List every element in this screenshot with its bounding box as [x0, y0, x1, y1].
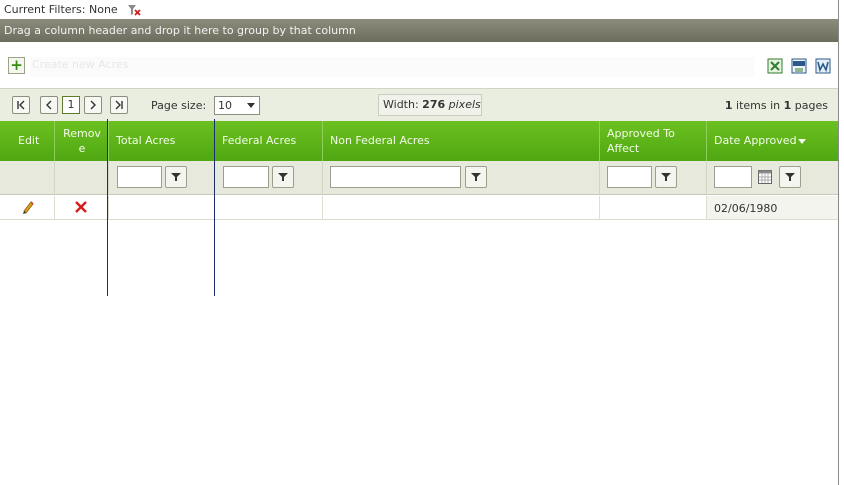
total-acres-filter-input[interactable] [117, 166, 162, 188]
remove-cell [55, 196, 109, 219]
filter-cell-approved-to-affect [600, 161, 707, 194]
approved-to-affect-cell [600, 196, 707, 219]
next-page-icon[interactable] [84, 96, 102, 114]
column-header-remove[interactable]: Remov e [55, 121, 109, 161]
last-page-icon[interactable] [110, 96, 128, 114]
column-header-approved-to-affect[interactable]: Approved To Affect [600, 121, 707, 161]
column-header-non-federal-acres[interactable]: Non Federal Acres [323, 121, 600, 161]
column-header-label: Edit [18, 134, 40, 147]
items-count: 1 [724, 99, 733, 112]
filter-funnel-icon[interactable] [165, 166, 187, 188]
current-page-number[interactable]: 1 [62, 96, 80, 114]
column-header-federal-acres[interactable]: Federal Acres [215, 121, 323, 161]
filter-cell-remove [55, 161, 109, 194]
word-export-icon[interactable] [815, 58, 831, 74]
create-new-button[interactable]: Create new Acres [32, 58, 128, 71]
federal-acres-cell [215, 196, 323, 219]
pencil-icon[interactable] [21, 200, 35, 214]
width-unit: pixels [448, 98, 481, 111]
column-header-label: Date Approved [714, 134, 797, 147]
pages-text: pages [791, 99, 828, 112]
page-size-value: 10 [218, 99, 232, 112]
approved-to-affect-filter-input[interactable] [607, 166, 652, 188]
date-approved-cell: 02/06/1980 [707, 196, 838, 219]
date-approved-value: 02/06/1980 [714, 202, 778, 215]
filter-cell-total-acres [109, 161, 215, 194]
width-value: 276 [422, 98, 446, 111]
excel-export-icon[interactable] [767, 58, 783, 74]
pager-info: 1 items in 1 pages [725, 99, 828, 112]
filter-funnel-icon[interactable] [779, 166, 801, 188]
filter-cell-non-federal-acres [323, 161, 600, 194]
page-size-label: Page size: [151, 99, 207, 112]
table-row: 02/06/1980 [0, 196, 838, 220]
column-header-label: Non Federal Acres [330, 134, 430, 147]
page-size-select[interactable]: 10 [214, 96, 260, 115]
group-by-panel[interactable]: Drag a column header and drop it here to… [0, 19, 838, 42]
filter-cell-date-approved [707, 161, 838, 194]
items-text: items in [732, 99, 784, 112]
column-header-edit[interactable]: Edit [0, 121, 55, 161]
chevron-down-icon [247, 103, 255, 108]
non-federal-acres-cell [323, 196, 600, 219]
clear-filter-icon[interactable] [127, 4, 141, 16]
command-bar: + Create new Acres [0, 53, 838, 86]
current-filters: Current Filters: None [4, 3, 141, 17]
group-by-hint: Drag a column header and drop it here to… [4, 24, 356, 37]
column-resize-guide-right[interactable] [214, 119, 215, 296]
command-bar-strip [30, 57, 754, 77]
csv-export-icon[interactable] [791, 58, 807, 74]
red-x-icon[interactable] [75, 201, 87, 213]
column-header-label: Federal Acres [222, 134, 297, 147]
filter-funnel-icon[interactable] [465, 166, 487, 188]
edit-cell [0, 196, 55, 219]
column-header-label: Total Acres [116, 134, 176, 147]
column-header-date-approved[interactable]: Date Approved [707, 121, 838, 161]
prev-page-icon[interactable] [40, 96, 58, 114]
sort-desc-icon [798, 139, 806, 144]
non-federal-acres-filter-input[interactable] [330, 166, 461, 188]
filter-funnel-icon[interactable] [655, 166, 677, 188]
column-header-label: Remov e [63, 127, 101, 155]
column-header-total-acres[interactable]: Total Acres [109, 121, 215, 161]
filter-row [0, 161, 838, 195]
calendar-icon[interactable] [758, 170, 772, 184]
current-filters-label: Current Filters: None [4, 3, 118, 16]
window-right-border [838, 0, 839, 485]
first-page-icon[interactable] [12, 96, 30, 114]
filter-funnel-icon[interactable] [272, 166, 294, 188]
total-acres-cell [109, 196, 215, 219]
width-label: Width: [383, 98, 419, 111]
date-approved-filter-input[interactable] [714, 166, 752, 188]
column-header-label: Approved To Affect [607, 127, 675, 155]
plus-icon[interactable]: + [8, 57, 25, 74]
filter-cell-federal-acres [215, 161, 323, 194]
pager-bar: 1 Page size: 10 Width: 276 pixels 1 item… [0, 88, 838, 121]
federal-acres-filter-input[interactable] [223, 166, 269, 188]
column-resize-guide-left[interactable] [107, 119, 108, 296]
filter-cell-edit [0, 161, 55, 194]
grid-header: Edit Remov e Total Acres Federal Acres N… [0, 121, 838, 161]
width-indicator: Width: 276 pixels [378, 94, 482, 116]
